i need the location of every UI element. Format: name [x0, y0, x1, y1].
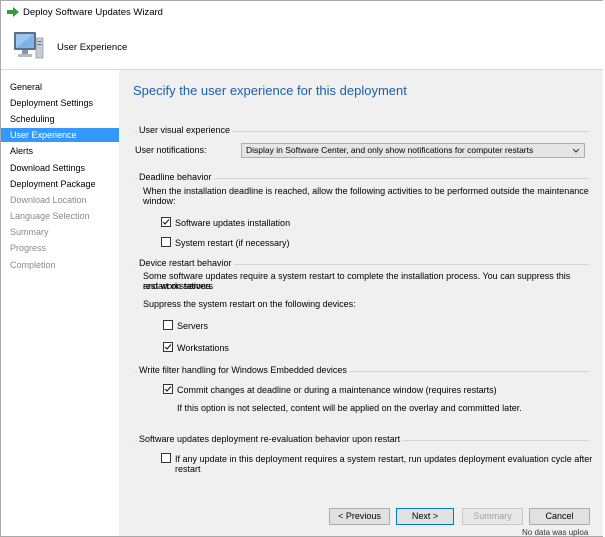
software-updates-checkbox[interactable]: [161, 217, 171, 227]
commit-changes-label: Commit changes at deadline or during a m…: [177, 385, 497, 395]
nav-item-deployment-settings[interactable]: Deployment Settings: [1, 96, 119, 110]
restart-description-2: and workstations.: [143, 281, 214, 291]
reeval-label: Software updates deployment re-evaluatio…: [137, 434, 403, 444]
checkmark-icon: [164, 344, 172, 350]
nav-item-user-experience[interactable]: User Experience: [1, 128, 119, 142]
nav-item-download-location: Download Location: [10, 195, 87, 205]
deadline-description: When the installation deadline is reache…: [143, 186, 589, 206]
software-updates-label: Software updates installation: [175, 218, 291, 228]
suppress-label: Suppress the system restart on the follo…: [143, 299, 356, 309]
wizard-content: Specify the user experience for this dep…: [119, 70, 604, 536]
user-notifications-value: Display in Software Center, and only sho…: [246, 145, 534, 155]
nav-item-download-settings[interactable]: Download Settings: [1, 161, 119, 175]
green-arrow-icon: [7, 7, 19, 17]
summary-button: Summary: [462, 508, 523, 525]
checkmark-icon: [164, 386, 172, 392]
previous-button[interactable]: < Previous: [329, 508, 390, 525]
visual-experience-label: User visual experience: [137, 125, 233, 135]
title-bar: Deploy Software Updates Wizard: [1, 1, 604, 23]
page-title: Specify the user experience for this dep…: [133, 83, 407, 98]
commit-changes-checkbox[interactable]: [163, 384, 173, 394]
workstations-label: Workstations: [177, 343, 229, 353]
system-restart-label: System restart (if necessary): [175, 238, 290, 248]
window-title: Deploy Software Updates Wizard: [23, 7, 163, 18]
user-notifications-label: User notifications:: [135, 145, 207, 155]
nav-item-alerts[interactable]: Alerts: [1, 144, 119, 158]
nav-item-general[interactable]: General: [1, 80, 119, 94]
reeval-option-label: If any update in this deployment require…: [175, 454, 593, 474]
nav-item-summary: Summary: [10, 227, 49, 237]
write-filter-label: Write filter handling for Windows Embedd…: [137, 365, 349, 375]
servers-label: Servers: [177, 321, 209, 331]
next-button[interactable]: Next >: [396, 508, 454, 525]
user-notifications-select[interactable]: Display in Software Center, and only sho…: [241, 143, 585, 158]
background-text: No data was uploa: [522, 528, 589, 537]
deadline-label: Deadline behavior: [137, 172, 214, 182]
nav-item-progress: Progress: [10, 243, 47, 253]
nav-item-scheduling[interactable]: Scheduling: [1, 112, 119, 126]
restart-label: Device restart behavior: [137, 258, 234, 268]
servers-checkbox[interactable]: [163, 320, 173, 330]
write-filter-note: If this option is not selected, content …: [177, 403, 522, 413]
wizard-header: User Experience: [1, 23, 604, 69]
chevron-down-icon: [573, 148, 579, 153]
wizard-window: Deploy Software Updates Wizard User Expe…: [0, 0, 605, 537]
computer-icon: [14, 32, 44, 59]
cancel-button[interactable]: Cancel: [529, 508, 590, 525]
header-title: User Experience: [57, 42, 128, 53]
nav-item-completion: Completion: [10, 260, 56, 270]
workstations-checkbox[interactable]: [163, 342, 173, 352]
nav-item-deployment-package[interactable]: Deployment Package: [1, 177, 119, 191]
nav-item-language-selection: Language Selection: [10, 211, 90, 221]
reeval-checkbox[interactable]: [161, 453, 171, 463]
checkmark-icon: [162, 219, 170, 225]
wizard-nav: General Deployment Settings Scheduling U…: [1, 70, 119, 536]
system-restart-checkbox[interactable]: [161, 237, 171, 247]
